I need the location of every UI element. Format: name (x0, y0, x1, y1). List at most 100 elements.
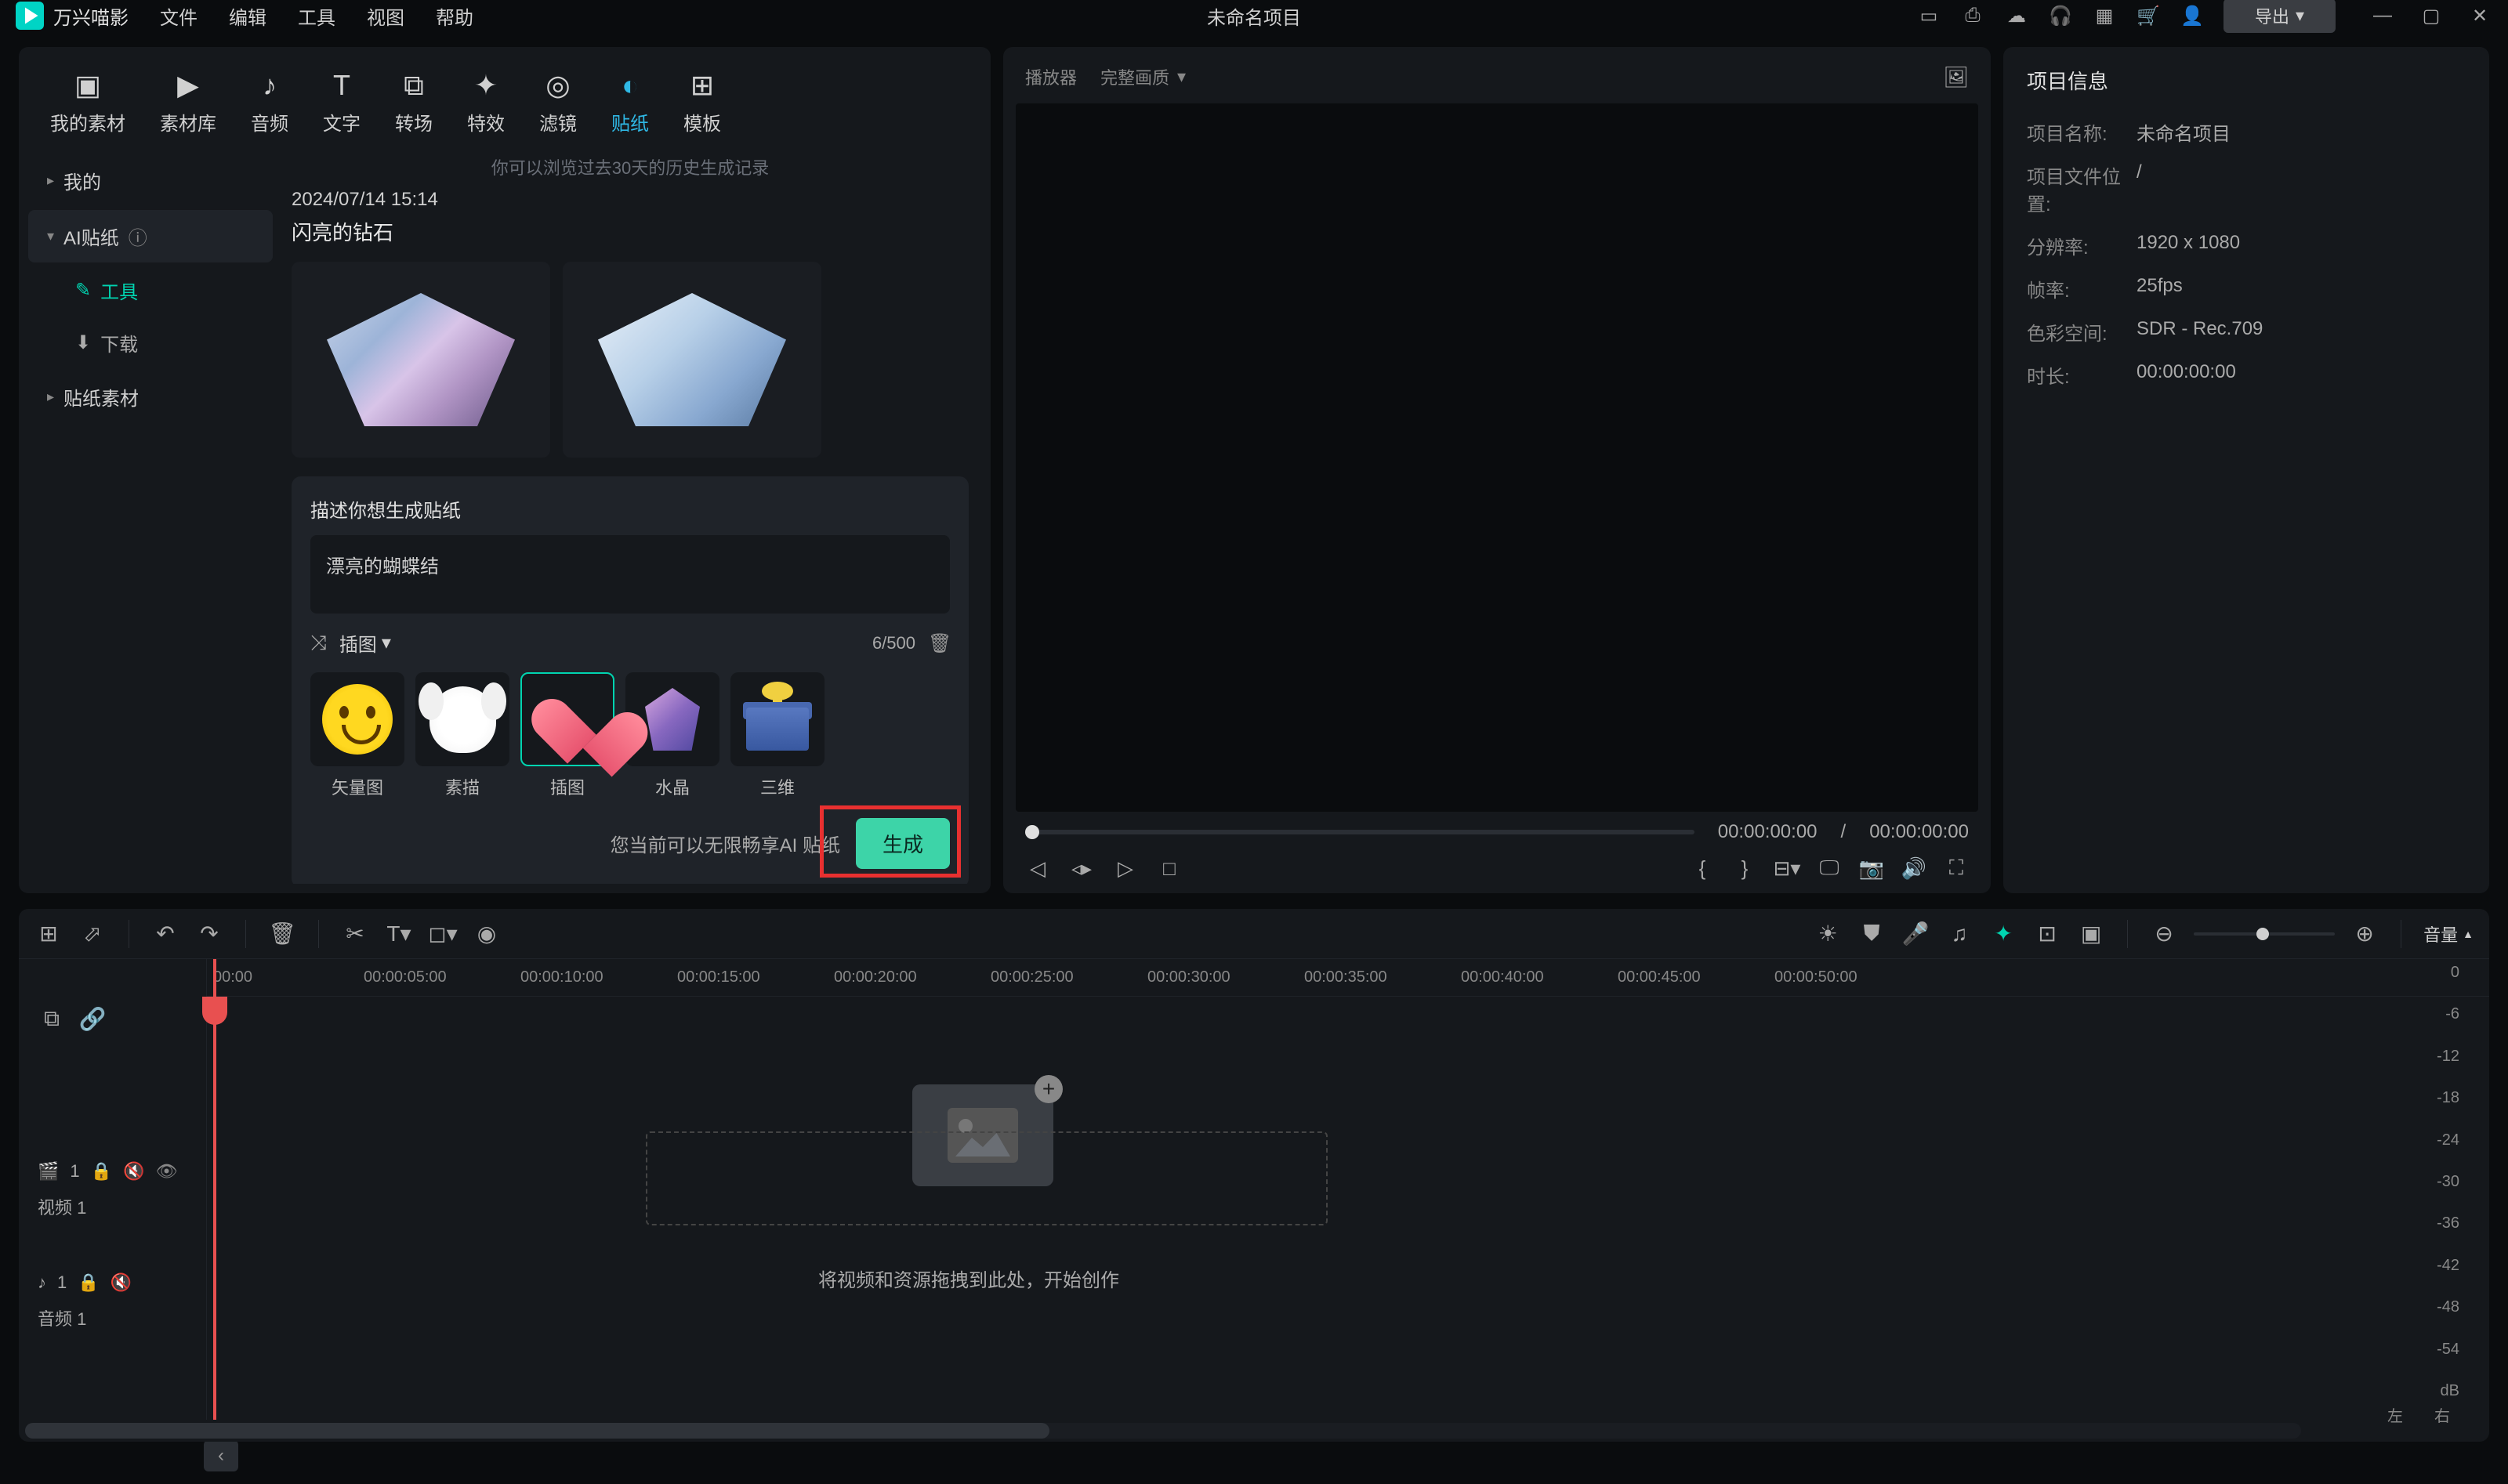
step-back-icon[interactable]: ◃▸ (1069, 856, 1094, 881)
delete-icon[interactable]: 🗑 (268, 920, 296, 948)
camera-icon[interactable]: 📷 (1859, 856, 1884, 881)
link-icon[interactable]: ⧉ (38, 1004, 66, 1033)
zoom-out-icon[interactable]: ⊖ (2150, 920, 2178, 948)
sticker-result-2[interactable] (563, 262, 821, 458)
style-sketch[interactable]: 素描 (415, 672, 509, 799)
play-icon[interactable]: ▷ (1113, 856, 1138, 881)
music-tool-icon[interactable]: ♫ (1945, 920, 1973, 948)
tab-transition[interactable]: ⧉转场 (382, 63, 445, 142)
scrub-bar[interactable] (1025, 830, 1694, 834)
playhead[interactable] (213, 959, 216, 1420)
sidebar-item-tools[interactable]: ✎工具 (28, 266, 273, 315)
chain-icon[interactable]: 🔗 (78, 1004, 107, 1033)
cart-icon[interactable]: 🛒 (2136, 3, 2161, 28)
shuffle-icon[interactable]: ⤨ (310, 631, 327, 656)
tab-template[interactable]: ⊞模板 (671, 63, 734, 142)
user-icon[interactable]: 👤 (2180, 3, 2205, 28)
scrollbar-thumb[interactable] (25, 1423, 1049, 1439)
audio-track-header[interactable]: ♪1 🔒🔇 (19, 1261, 206, 1304)
sidebar-item-mine[interactable]: ▸我的 (28, 154, 273, 207)
main-area: ▣我的素材 ▶素材库 ♪音频 T文字 ⧉转场 ✦特效 ◎滤镜 ◐贴纸 ⊞模板 ▸… (0, 31, 2508, 909)
cloud-icon[interactable]: ☁ (2004, 3, 2029, 28)
frame-icon[interactable]: ⊡ (2033, 920, 2061, 948)
timeline-tracks[interactable]: 00:00 00:00:05:00 00:00:10:00 00:00:15:0… (207, 959, 2489, 1420)
preview-viewport[interactable] (1016, 103, 1978, 812)
shield-icon[interactable]: ⛊ (1857, 920, 1886, 948)
crop-icon[interactable]: ◻▾ (429, 920, 457, 948)
generation-timestamp: 2024/07/14 15:14 (292, 189, 969, 211)
titlebar-actions: ▭ ⎙ ☁ 🎧 ▦ 🛒 👤 导出▾ — ▢ ✕ (1916, 0, 2492, 33)
lock-icon[interactable]: 🔒 (91, 1161, 112, 1182)
timeline-ruler[interactable]: 00:00 00:00:05:00 00:00:10:00 00:00:15:0… (207, 959, 2489, 997)
sticker-icon: ◐ (614, 69, 647, 102)
undo-icon[interactable]: ↶ (151, 920, 179, 948)
export-button[interactable]: 导出▾ (2223, 0, 2336, 33)
layout-icon[interactable]: ⊞ (34, 920, 63, 948)
style-illustration[interactable]: 插图 (520, 672, 614, 799)
menu-view[interactable]: 视图 (367, 2, 404, 30)
redo-icon[interactable]: ↷ (195, 920, 223, 948)
volume-label[interactable]: 音量▲ (2423, 921, 2474, 947)
tab-effects[interactable]: ✦特效 (455, 63, 517, 142)
prev-frame-icon[interactable]: ◁ (1025, 856, 1050, 881)
minimize-icon[interactable]: — (2370, 3, 2395, 28)
stop-icon[interactable]: □ (1157, 856, 1182, 881)
timeline-scrollbar[interactable] (25, 1423, 2301, 1439)
mic-icon[interactable]: 🎤 (1901, 920, 1930, 948)
pointer-icon[interactable]: ⬀ (78, 920, 107, 948)
speaker-icon[interactable]: 🔊 (1901, 856, 1926, 881)
zoom-handle[interactable] (2256, 928, 2269, 940)
menu-help[interactable]: 帮助 (436, 2, 473, 30)
display-icon[interactable]: 🖵 (1817, 856, 1842, 881)
style-vector[interactable]: 矢量图 (310, 672, 404, 799)
lock-icon[interactable]: 🔒 (78, 1272, 99, 1293)
tab-audio[interactable]: ♪音频 (238, 63, 301, 142)
grid-icon[interactable]: ▦ (2092, 3, 2117, 28)
fullscreen-icon[interactable]: ⛶ (1944, 856, 1969, 881)
close-icon[interactable]: ✕ (2467, 3, 2492, 28)
tab-stock[interactable]: ▶素材库 (147, 63, 229, 142)
mark-in-icon[interactable]: { (1690, 856, 1715, 881)
eye-icon[interactable]: 👁 (155, 1161, 177, 1182)
ai-tool-icon[interactable]: ✦ (1989, 920, 2017, 948)
menu-edit[interactable]: 编辑 (229, 2, 266, 30)
sidebar-item-ai-sticker[interactable]: ▾AI贴纸ⓘ (28, 210, 273, 262)
scrub-handle[interactable] (1025, 825, 1039, 839)
headset-icon[interactable]: 🎧 (2048, 3, 2073, 28)
zoom-in-icon[interactable]: ⊕ (2350, 920, 2379, 948)
text-tool-icon[interactable]: T▾ (385, 920, 413, 948)
snapshot-list-icon[interactable]: 🖼 (1944, 64, 1969, 89)
drop-zone[interactable] (646, 1131, 1328, 1225)
marker-icon[interactable]: ▣ (2077, 920, 2105, 948)
sidebar-item-download[interactable]: ⬇下载 (28, 318, 273, 367)
maximize-icon[interactable]: ▢ (2419, 3, 2444, 28)
mark-out-icon[interactable]: } (1732, 856, 1757, 881)
play-icon: ▶ (172, 69, 205, 102)
sidebar-item-sticker-assets[interactable]: ▸贴纸素材 (28, 371, 273, 423)
chevron-right-icon: ▸ (47, 389, 54, 405)
trash-icon[interactable]: 🗑 (928, 632, 950, 654)
mute-icon[interactable]: 🔇 (123, 1161, 144, 1182)
zoom-slider[interactable] (2194, 932, 2335, 936)
mute-icon[interactable]: 🔇 (111, 1272, 132, 1293)
split-icon[interactable]: ✂ (341, 920, 369, 948)
prompt-input[interactable]: 漂亮的蝴蝶结 (310, 535, 950, 614)
device-icon[interactable]: ▭ (1916, 3, 1941, 28)
video-track-header[interactable]: 🎬1 🔒🔇👁 (19, 1150, 206, 1193)
color-icon[interactable]: ◉ (473, 920, 501, 948)
tab-sticker[interactable]: ◐贴纸 (599, 63, 661, 142)
tab-filter[interactable]: ◎滤镜 (527, 63, 589, 142)
save-icon[interactable]: ⎙ (1960, 3, 1985, 28)
timeline-toolbar: ⊞ ⬀ ↶ ↷ 🗑 ✂ T▾ ◻▾ ◉ ☀ ⛊ 🎤 ♫ ✦ ⊡ ▣ ⊖ ⊕ 音量… (19, 909, 2489, 959)
quality-dropdown[interactable]: 完整画质▾ (1100, 64, 1186, 89)
ratio-icon[interactable]: ⊟▾ (1774, 856, 1799, 881)
tab-text[interactable]: T文字 (310, 63, 373, 142)
style-3d[interactable]: 三维 (730, 672, 825, 799)
generate-button[interactable]: 生成 (856, 818, 950, 869)
tab-my-media[interactable]: ▣我的素材 (38, 63, 138, 142)
menu-file[interactable]: 文件 (160, 2, 198, 30)
menu-tools[interactable]: 工具 (298, 2, 335, 30)
sun-icon[interactable]: ☀ (1814, 920, 1842, 948)
sticker-result-1[interactable] (292, 262, 550, 458)
style-dropdown[interactable]: 插图▾ (339, 629, 391, 657)
